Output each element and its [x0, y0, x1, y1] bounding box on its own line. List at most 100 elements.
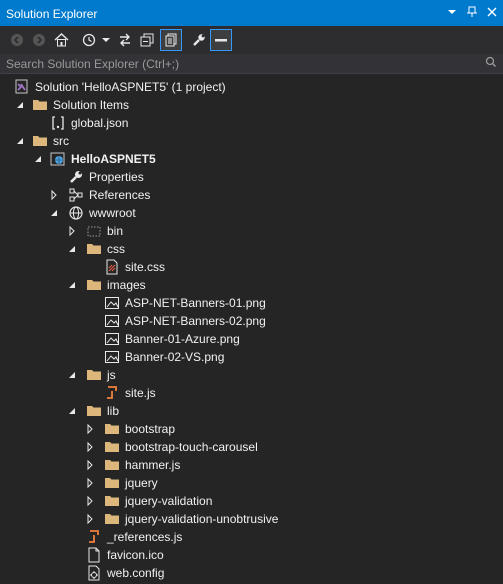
chevron-right-icon[interactable] — [66, 225, 78, 237]
preview-selected-items-icon[interactable] — [210, 29, 232, 51]
chevron-right-icon[interactable] — [84, 477, 96, 489]
chevron-down-icon[interactable] — [66, 405, 78, 417]
chevron-down-icon[interactable] — [14, 135, 26, 147]
tree-node-js[interactable]: js — [0, 366, 503, 384]
tree-label: jquery-validation-unobtrusive — [125, 512, 279, 526]
forward-icon[interactable] — [30, 29, 48, 51]
tree-node-bootstrap-touch-carousel[interactable]: bootstrap-touch-carousel — [0, 438, 503, 456]
tree-label: References — [89, 188, 151, 202]
tree-node-image-file[interactable]: Banner-02-VS.png — [0, 348, 503, 366]
tree-node-bootstrap[interactable]: bootstrap — [0, 420, 503, 438]
folder-icon — [86, 277, 102, 293]
chevron-right-icon[interactable] — [84, 423, 96, 435]
tree-node-project[interactable]: HelloASPNET5 — [0, 150, 503, 168]
collapse-all-icon[interactable] — [138, 29, 156, 51]
tree-label: lib — [107, 404, 120, 418]
tree-node-solution[interactable]: Solution 'HelloASPNET5' (1 project) — [0, 78, 503, 96]
css-file-icon — [104, 259, 120, 275]
tree-label: jquery — [125, 476, 158, 490]
tree-node-bin[interactable]: bin — [0, 222, 503, 240]
folder-icon — [104, 493, 120, 509]
toolbar — [0, 26, 503, 54]
tree-node-image-file[interactable]: Banner-01-Azure.png — [0, 330, 503, 348]
visual-studio-solution-icon — [14, 79, 30, 95]
chevron-down-icon[interactable] — [48, 207, 60, 219]
folder-icon — [32, 97, 48, 113]
file-icon — [86, 547, 102, 563]
tree-node-images[interactable]: images — [0, 276, 503, 294]
tree-node-image-file[interactable]: ASP-NET-Banners-02.png — [0, 312, 503, 330]
title-bar: Solution Explorer — [0, 0, 503, 26]
image-file-icon — [104, 295, 120, 311]
tree-node-site-js[interactable]: site.js — [0, 384, 503, 402]
chevron-down-icon[interactable] — [66, 279, 78, 291]
tree-node-references-js[interactable]: _references.js — [0, 528, 503, 546]
search-dropdown-icon[interactable] — [485, 56, 497, 73]
tree-label: wwwroot — [89, 206, 136, 220]
tree-label: site.js — [125, 386, 156, 400]
tree-label: Properties — [89, 170, 144, 184]
chevron-right-icon[interactable] — [84, 513, 96, 525]
tree-node-hammer[interactable]: hammer.js — [0, 456, 503, 474]
tree-node-web-config[interactable]: web.config — [0, 564, 503, 582]
tree-label: hammer.js — [125, 458, 181, 472]
chevron-down-icon[interactable] — [66, 243, 78, 255]
tree-node-site-css[interactable]: site.css — [0, 258, 503, 276]
pending-changes-filter-icon[interactable] — [80, 29, 114, 51]
window-position-dropdown-icon[interactable] — [443, 3, 461, 21]
config-file-icon — [86, 565, 102, 581]
back-icon[interactable] — [8, 29, 26, 51]
tree-label: jquery-validation — [125, 494, 213, 508]
tree-node-src[interactable]: src — [0, 132, 503, 150]
chevron-right-icon[interactable] — [84, 495, 96, 507]
tree-node-lib[interactable]: lib — [0, 402, 503, 420]
image-file-icon — [104, 313, 120, 329]
folder-icon — [104, 439, 120, 455]
chevron-right-icon[interactable] — [84, 459, 96, 471]
chevron-right-icon[interactable] — [48, 189, 60, 201]
web-project-icon — [50, 151, 66, 167]
image-file-icon — [104, 349, 120, 365]
tree-label: Solution 'HelloASPNET5' (1 project) — [35, 80, 226, 94]
tree-label: web.config — [107, 566, 165, 580]
tree-label: images — [107, 278, 146, 292]
tree-node-properties[interactable]: Properties — [0, 168, 503, 186]
close-icon[interactable] — [483, 3, 501, 21]
tree-node-jquery[interactable]: jquery — [0, 474, 503, 492]
tree-node-image-file[interactable]: ASP-NET-Banners-01.png — [0, 294, 503, 312]
show-all-files-icon[interactable] — [160, 29, 182, 51]
auto-hide-pin-icon[interactable] — [463, 3, 481, 21]
tree-node-favicon[interactable]: favicon.ico — [0, 546, 503, 564]
properties-wrench-icon[interactable] — [190, 29, 208, 51]
chevron-down-icon[interactable] — [32, 153, 44, 165]
sync-with-active-document-icon[interactable] — [116, 29, 134, 51]
search-input[interactable]: Search Solution Explorer (Ctrl+;) — [6, 57, 179, 71]
tree-node-global-json[interactable]: global.json — [0, 114, 503, 132]
javascript-file-icon — [86, 529, 102, 545]
tree-label: bootstrap — [125, 422, 176, 436]
chevron-right-icon[interactable] — [84, 441, 96, 453]
tree-node-wwwroot[interactable]: wwwroot — [0, 204, 503, 222]
tree-label: Banner-02-VS.png — [125, 350, 225, 364]
tree-label: src — [53, 134, 69, 148]
chevron-down-icon[interactable] — [14, 99, 26, 111]
tree-label: js — [107, 368, 116, 382]
tree-label: HelloASPNET5 — [71, 152, 156, 166]
tree-label: ASP-NET-Banners-01.png — [125, 296, 266, 310]
tree-label: _references.js — [107, 530, 183, 544]
tree-node-solution-items[interactable]: Solution Items — [0, 96, 503, 114]
tree-node-references[interactable]: References — [0, 186, 503, 204]
tree-label: favicon.ico — [107, 548, 164, 562]
tree-node-jquery-validation-unobtrusive[interactable]: jquery-validation-unobtrusive — [0, 510, 503, 528]
tree-node-css[interactable]: css — [0, 240, 503, 258]
tree-label: css — [107, 242, 125, 256]
javascript-file-icon — [104, 385, 120, 401]
search-bar[interactable]: Search Solution Explorer (Ctrl+;) — [0, 54, 503, 74]
wrench-icon — [68, 169, 84, 185]
chevron-down-icon[interactable] — [66, 369, 78, 381]
folder-icon — [104, 421, 120, 437]
home-icon[interactable] — [52, 29, 70, 51]
tree-label: Banner-01-Azure.png — [125, 332, 240, 346]
tree-node-jquery-validation[interactable]: jquery-validation — [0, 492, 503, 510]
tree-label: site.css — [125, 260, 166, 274]
